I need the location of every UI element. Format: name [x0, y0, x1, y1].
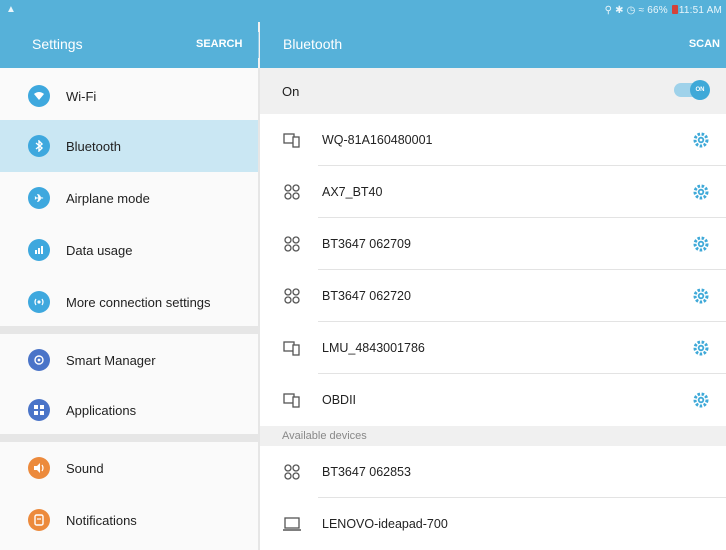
phone-icon: [283, 133, 300, 148]
data-usage-icon: [28, 239, 50, 261]
sidebar-item-bluetooth[interactable]: Bluetooth: [0, 120, 258, 172]
sidebar-item-notifications[interactable]: Notifications: [0, 494, 258, 546]
sidebar-item-wifi[interactable]: Wi-Fi: [0, 70, 258, 122]
generic-device-icon: [284, 184, 300, 200]
bluetooth-toggle-switch[interactable]: ON: [674, 80, 710, 100]
bluetooth-icon: [28, 135, 50, 157]
group-divider: [0, 434, 258, 442]
sidebar-item-label: Smart Manager: [66, 352, 156, 368]
device-name: AX7_BT40: [322, 185, 383, 199]
status-bar: ▲ ⚲ ✱ ◷ ≈ 66% 11:51 AM: [0, 0, 726, 22]
sidebar-item-label: Sound: [66, 460, 104, 476]
paired-device-row[interactable]: AX7_BT40: [260, 166, 726, 218]
laptop-icon: [283, 517, 301, 531]
battery-percent: 66%: [647, 5, 668, 16]
gear-icon[interactable]: [692, 235, 710, 253]
bluetooth-toggle-row[interactable]: On ON: [260, 68, 726, 114]
bluetooth-app-bar: Bluetooth SCAN: [260, 22, 726, 68]
applications-icon: [28, 399, 50, 421]
sidebar-item-label: Airplane mode: [66, 190, 150, 206]
paired-device-row[interactable]: WQ-81A160480001: [260, 114, 726, 166]
phone-icon: [283, 341, 300, 356]
bluetooth-title: Bluetooth: [283, 36, 343, 52]
paired-device-row[interactable]: BT3647 062720: [260, 270, 726, 322]
location-icon: ⚲: [604, 5, 613, 16]
status-right: ⚲ ✱ ◷ ≈ 66% 11:51 AM: [605, 5, 722, 16]
sidebar-item-label: Data usage: [66, 242, 133, 258]
gear-icon[interactable]: [692, 287, 710, 305]
settings-title: Settings: [32, 36, 83, 52]
section-header-label: Available devices: [282, 430, 367, 442]
available-device-row[interactable]: BT3647 062853: [260, 446, 726, 498]
notification-icon: ▲: [6, 4, 16, 15]
device-name: BT3647 062709: [322, 237, 411, 251]
gear-icon[interactable]: [692, 183, 710, 201]
sidebar-item-smart-manager[interactable]: Smart Manager: [0, 334, 258, 386]
generic-device-icon: [284, 236, 300, 252]
status-time: 11:51 AM: [678, 5, 722, 16]
notifications-icon: [28, 509, 50, 531]
alarm-icon: ◷: [626, 5, 636, 16]
scan-button[interactable]: SCAN: [689, 38, 720, 50]
paired-device-row[interactable]: LMU_4843001786: [260, 322, 726, 374]
sidebar-item-label: Notifications: [66, 512, 137, 528]
wifi-icon: [28, 85, 50, 107]
device-name: WQ-81A160480001: [322, 133, 433, 147]
device-name: BT3647 062853: [322, 465, 411, 479]
wifi-icon: ≈: [638, 5, 645, 16]
device-name: OBDII: [322, 393, 357, 407]
available-device-row[interactable]: LENOVO-ideapad-700: [260, 498, 726, 550]
sidebar-item-sound[interactable]: Sound: [0, 442, 258, 494]
phone-icon: [283, 393, 300, 408]
paired-device-row[interactable]: OBDII: [260, 374, 726, 426]
generic-device-icon: [284, 464, 300, 480]
paired-device-row[interactable]: BT3647 062709: [260, 218, 726, 270]
connection-icon: [28, 291, 50, 313]
gear-icon[interactable]: [692, 391, 710, 409]
bluetooth-panel: On ON WQ-81A160480001 AX7_BT40 BT3647 06…: [260, 68, 726, 550]
sidebar-item-airplane-mode[interactable]: ✈ Airplane mode: [0, 172, 258, 224]
bluetooth-icon: ✱: [615, 5, 624, 16]
battery-icon: [671, 5, 678, 14]
sidebar-item-more-connection-settings[interactable]: More connection settings: [0, 276, 258, 328]
search-button[interactable]: SEARCH: [196, 38, 242, 50]
sound-icon: [28, 457, 50, 479]
app-bar-divider: [258, 32, 259, 58]
gear-icon[interactable]: [692, 131, 710, 149]
airplane-icon: ✈: [28, 187, 50, 209]
settings-sidebar: Wi-Fi Bluetooth ✈ Airplane mode Data usa…: [0, 68, 258, 550]
settings-app-bar: Settings SEARCH: [0, 22, 258, 68]
device-name: LMU_4843001786: [322, 341, 425, 355]
toggle-knob: ON: [690, 80, 710, 100]
device-name: BT3647 062720: [322, 289, 411, 303]
device-name: LENOVO-ideapad-700: [322, 517, 448, 531]
group-divider: [0, 326, 258, 334]
available-devices-header: Available devices: [260, 426, 726, 446]
generic-device-icon: [284, 288, 300, 304]
sidebar-item-applications[interactable]: Applications: [0, 384, 258, 436]
sidebar-item-label: Applications: [66, 402, 137, 418]
sidebar-item-label: Bluetooth: [66, 138, 121, 154]
smart-manager-icon: [28, 349, 50, 371]
bluetooth-toggle-label: On: [282, 83, 300, 99]
sidebar-item-label: More connection settings: [66, 294, 211, 310]
gear-icon[interactable]: [692, 339, 710, 357]
sidebar-item-label: Wi-Fi: [66, 88, 97, 104]
sidebar-item-data-usage[interactable]: Data usage: [0, 224, 258, 276]
